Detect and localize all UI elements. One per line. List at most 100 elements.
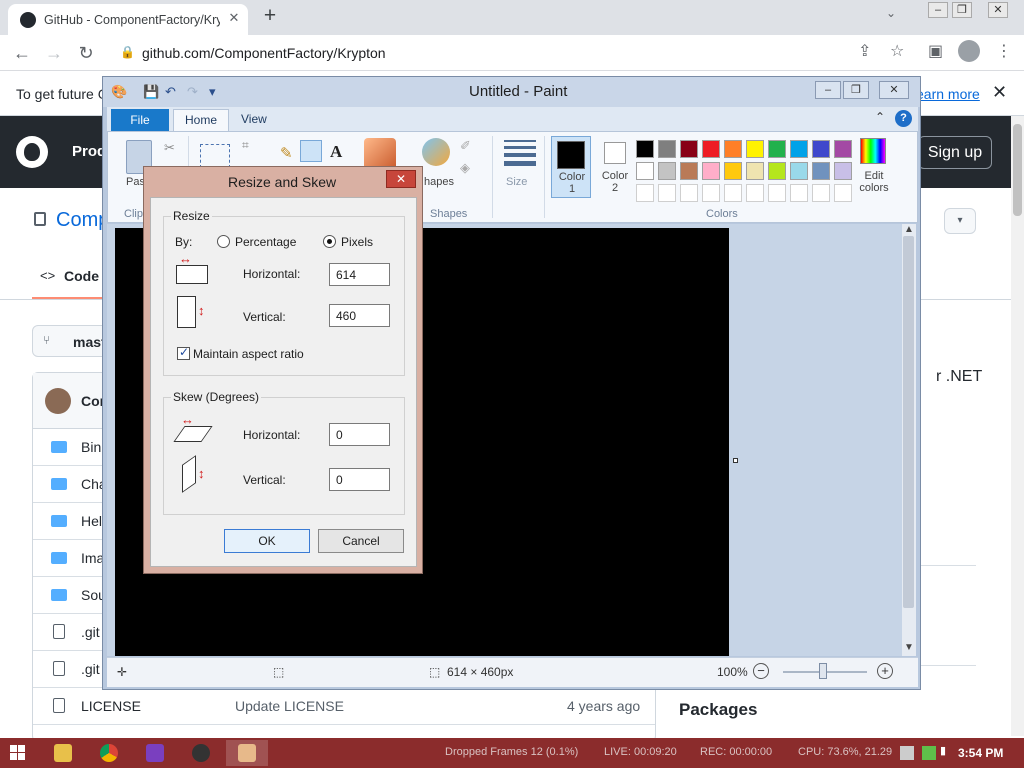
palette-swatch[interactable] [768,162,786,180]
palette-swatch[interactable] [812,140,830,158]
file-name[interactable]: Hel [81,513,102,529]
browser-tab[interactable]: GitHub - ComponentFactory/Krypton ✕ [8,4,248,35]
bookmark-star-icon[interactable]: ☆ [890,41,904,61]
repo-dropdown-icon[interactable]: ▾ [944,208,976,234]
palette-swatch[interactable] [812,162,830,180]
percentage-label[interactable]: Percentage [235,235,296,249]
size-icon[interactable] [504,140,536,166]
file-name[interactable]: .git [81,661,100,677]
back-icon[interactable]: ← [10,41,34,65]
fill-shape-icon[interactable]: ◈ [460,160,470,176]
paint-titlebar[interactable]: 🎨 💾 ↶ ↷ ▾ Untitled - Paint – ❐ ✕ [103,77,920,107]
pencil-icon[interactable]: ✎ [280,144,293,162]
taskbar-paint[interactable] [226,740,268,766]
restore-icon[interactable]: ❐ [952,2,972,18]
palette-swatch[interactable] [790,162,808,180]
close-window-icon[interactable]: ✕ [988,2,1008,18]
shapes-label[interactable]: hapes [424,176,454,188]
pixels-radio[interactable] [323,235,336,248]
palette-swatch[interactable] [702,162,720,180]
palette-swatch[interactable] [636,162,654,180]
avatar[interactable] [45,388,71,414]
network-icon[interactable] [900,746,914,760]
palette-swatch[interactable] [680,140,698,158]
taskbar-visual-studio[interactable] [134,740,176,766]
side-panel-icon[interactable]: ▣ [928,41,943,61]
cancel-button[interactable]: Cancel [318,529,404,553]
taskbar-explorer[interactable] [42,740,84,766]
palette-swatch[interactable] [658,140,676,158]
canvas-scrollbar[interactable]: ▲ ▼ [902,224,916,656]
color1-button[interactable]: Color 1 [551,136,591,198]
paint-close-icon[interactable]: ✕ [879,81,909,99]
canvas-scroll-thumb[interactable] [903,236,914,608]
pixels-label[interactable]: Pixels [341,235,373,249]
taskbar-obs[interactable] [180,740,222,766]
size-label[interactable]: Size [506,176,527,188]
color2-swatch[interactable] [604,142,626,164]
palette-swatch[interactable] [834,140,852,158]
palette-swatch[interactable] [658,184,676,202]
tab-close-icon[interactable]: ✕ [226,10,242,26]
palette-swatch[interactable] [724,162,742,180]
edit-colors-label[interactable]: Edit colors [856,170,892,194]
dialog-titlebar[interactable]: Resize and Skew ✕ [144,167,422,197]
file-name[interactable]: .git [81,624,100,640]
palette-swatch[interactable] [724,184,742,202]
url-text[interactable]: github.com/ComponentFactory/Krypton [142,45,386,61]
palette-swatch[interactable] [680,184,698,202]
address-bar[interactable]: 🔒 github.com/ComponentFactory/Krypton [110,39,1024,67]
select-icon[interactable] [200,144,230,168]
tab-file[interactable]: File [111,109,169,131]
palette-swatch[interactable] [812,184,830,202]
palette-swatch[interactable] [790,184,808,202]
minimize-icon[interactable]: – [928,2,948,18]
new-tab-button[interactable]: + [256,5,284,29]
skew-horizontal-input[interactable]: 0 [329,423,390,446]
page-scroll-thumb[interactable] [1013,124,1022,216]
commit-message[interactable]: Update LICENSE [235,698,344,714]
palette-swatch[interactable] [746,184,764,202]
undo-icon[interactable]: ↶ [165,84,176,100]
scroll-down-icon[interactable]: ▼ [904,642,914,653]
profile-avatar[interactable] [958,40,980,62]
maintain-aspect-label[interactable]: Maintain aspect ratio [193,347,304,361]
palette-swatch[interactable] [746,140,764,158]
file-name[interactable]: Ima [81,550,104,566]
palette-swatch[interactable] [658,162,676,180]
text-tool-icon[interactable]: A [330,142,342,162]
paint-minimize-icon[interactable]: – [815,81,841,99]
windows-start-icon[interactable] [10,745,26,761]
palette-swatch[interactable] [724,140,742,158]
help-icon[interactable]: ? [895,110,912,127]
lock-icon[interactable]: 🔒 [120,45,135,59]
menu-kebab-icon[interactable]: ⋮ [996,41,1012,61]
palette-swatch[interactable] [636,140,654,158]
tab-home[interactable]: Home [173,109,229,131]
file-name[interactable]: Bin [81,439,101,455]
outline-icon[interactable]: ✐ [460,138,471,154]
volume-icon[interactable] [922,746,936,760]
palette-swatch[interactable] [746,162,764,180]
zoom-slider-thumb[interactable] [819,663,827,679]
dismiss-banner-icon[interactable]: ✕ [992,82,1007,103]
palette-swatch[interactable] [702,140,720,158]
redo-icon[interactable]: ↷ [187,84,198,100]
zoom-in-icon[interactable]: + [877,663,893,679]
crop-icon[interactable]: ⌗ [242,138,249,153]
ok-button[interactable]: OK [224,529,310,553]
palette-swatch[interactable] [834,184,852,202]
canvas-resize-handle[interactable] [733,458,738,463]
palette-swatch[interactable] [768,140,786,158]
collapse-ribbon-icon[interactable]: ⌃ [875,110,885,124]
color2-label[interactable]: Color 2 [598,170,632,194]
fill-icon[interactable] [300,140,322,162]
resize-horizontal-input[interactable]: 614 [329,263,390,286]
palette-swatch[interactable] [790,140,808,158]
forward-icon[interactable]: → [42,41,66,65]
tab-code[interactable]: Code [64,268,99,284]
file-name[interactable]: LICENSE [81,698,141,714]
edit-colors-icon[interactable] [860,138,886,164]
shapes-icon[interactable] [422,138,450,166]
zoom-out-icon[interactable]: − [753,663,769,679]
